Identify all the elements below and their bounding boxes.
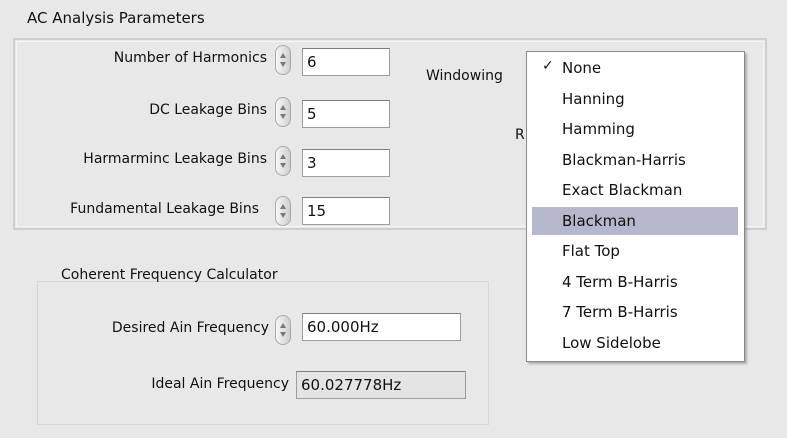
ideal-ain-frequency-display: 60.027778Hz [296,371,466,399]
menu-item-label: Flat Top [562,242,620,260]
dc-leakage-bins-input[interactable]: 5 [302,100,390,128]
coherent-calculator-frame [37,281,489,425]
menu-item-blackman-harris[interactable]: Blackman-Harris [532,146,738,174]
menu-item-label: Blackman-Harris [562,151,686,169]
windowing-label: Windowing [426,68,503,84]
harmonic-leakage-bins-stepper[interactable] [275,146,291,176]
increment-arrow-icon[interactable] [280,204,286,209]
fundamental-leakage-bins-stepper[interactable] [275,196,291,226]
ac-analysis-title: AC Analysis Parameters [27,9,205,27]
harmonic-leakage-bins-label: Harmarminc Leakage Bins [83,151,267,167]
decrement-arrow-icon[interactable] [280,62,286,67]
increment-arrow-icon[interactable] [280,53,286,58]
fundamental-leakage-bins-label: Fundamental Leakage Bins [70,201,259,217]
menu-item-4-term-b-harris[interactable]: 4 Term B-Harris [532,268,738,296]
menu-item-label: None [562,59,602,77]
increment-arrow-icon[interactable] [280,105,286,110]
number-of-harmonics-stepper[interactable] [275,45,291,75]
menu-item-label: Hanning [562,90,625,108]
increment-arrow-icon[interactable] [280,154,286,159]
menu-item-label: Exact Blackman [562,181,683,199]
menu-item-exact-blackman[interactable]: Exact Blackman [532,176,738,204]
windowing-dropdown-menu[interactable]: ✓ None Hanning Hamming Blackman-Harris Exact … [526,51,745,362]
menu-item-label: Low Sidelobe [562,334,661,352]
number-of-harmonics-label: Number of Harmonics [113,50,267,66]
menu-item-label: Hamming [562,120,635,138]
decrement-arrow-icon[interactable] [280,114,286,119]
fundamental-leakage-bins-input[interactable]: 15 [302,197,390,225]
desired-ain-frequency-stepper[interactable] [275,315,291,345]
menu-item-label: 7 Term B-Harris [562,303,678,321]
coherent-calculator-title: Coherent Frequency Calculator [61,267,278,283]
dc-leakage-bins-label: DC Leakage Bins [149,102,267,118]
menu-item-hanning[interactable]: Hanning [532,85,738,113]
number-of-harmonics-input[interactable]: 6 [302,48,390,76]
desired-ain-frequency-input[interactable]: 60.000Hz [302,313,461,341]
partially-hidden-label: R [515,127,525,143]
decrement-arrow-icon[interactable] [280,332,286,337]
desired-ain-frequency-label: Desired Ain Frequency [111,320,269,336]
dc-leakage-bins-stepper[interactable] [275,97,291,127]
menu-item-label: Blackman [562,212,636,230]
menu-item-7-term-b-harris[interactable]: 7 Term B-Harris [532,298,738,326]
menu-item-label: 4 Term B-Harris [562,273,678,291]
decrement-arrow-icon[interactable] [280,213,286,218]
menu-item-none[interactable]: ✓ None [532,54,738,82]
checkmark-icon: ✓ [542,58,554,74]
menu-item-low-sidelobe[interactable]: Low Sidelobe [532,329,738,357]
ideal-ain-frequency-label: Ideal Ain Frequency [151,376,289,392]
harmonic-leakage-bins-input[interactable]: 3 [302,149,390,177]
increment-arrow-icon[interactable] [280,323,286,328]
menu-item-hamming[interactable]: Hamming [532,115,738,143]
menu-item-flat-top[interactable]: Flat Top [532,237,738,265]
menu-item-blackman[interactable]: Blackman [532,207,738,235]
decrement-arrow-icon[interactable] [280,163,286,168]
